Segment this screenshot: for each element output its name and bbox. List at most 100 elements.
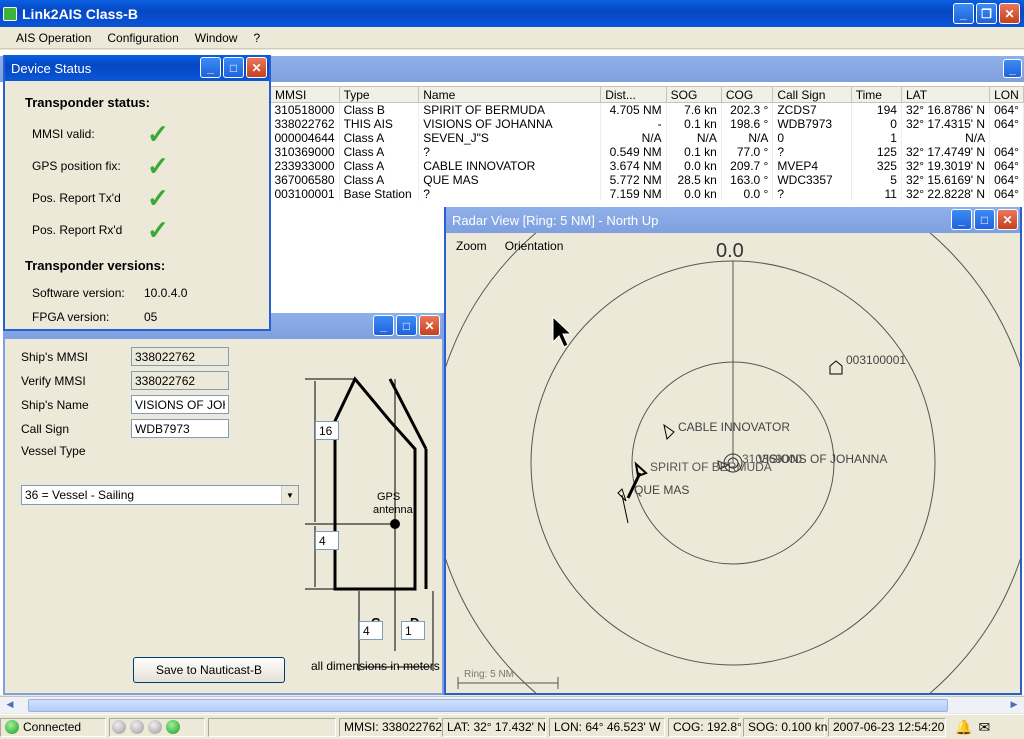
device-status-close-button[interactable]: ✕ bbox=[246, 57, 267, 78]
dim-a-field[interactable] bbox=[315, 421, 339, 440]
scroll-left-icon[interactable]: ◀ bbox=[2, 699, 18, 712]
app-title: Link2AIS Class-B bbox=[22, 5, 138, 22]
dims-note: all dimensions in meters bbox=[311, 659, 440, 673]
table-cell: 32° 15.6169' N bbox=[901, 173, 991, 187]
dim-a-row bbox=[315, 421, 339, 440]
target-triangle-cable bbox=[663, 423, 675, 441]
call-sign-field[interactable] bbox=[131, 419, 229, 438]
device-status-titlebar: Device Status _ □ ✕ bbox=[5, 55, 269, 81]
indicator-4-icon bbox=[166, 720, 180, 734]
horizontal-scrollbar[interactable]: ◀ ▶ bbox=[0, 696, 1024, 713]
status-row-mmsi: MMSI valid: ✓ bbox=[32, 118, 169, 149]
column-header-2[interactable]: Name bbox=[418, 86, 602, 103]
column-header-6[interactable]: Call Sign bbox=[772, 86, 852, 103]
vessel-type-label: Vessel Type bbox=[21, 444, 86, 458]
column-header-0[interactable]: MMSI bbox=[270, 86, 340, 103]
gps-antenna-marker bbox=[390, 519, 400, 529]
table-cell: Class A bbox=[339, 173, 420, 187]
target-label-quemas: QUE MAS bbox=[634, 483, 689, 497]
dim-b-field[interactable] bbox=[315, 531, 339, 550]
table-cell: 11 bbox=[851, 187, 902, 201]
table-cell: VISIONS OF JOHANNA bbox=[418, 117, 602, 131]
table-row[interactable]: 338022762 THIS AIS VISIONS OF JOHANNA -0.1 … bbox=[270, 117, 1024, 131]
column-header-1[interactable]: Type bbox=[338, 86, 420, 103]
table-cell: 325 bbox=[851, 159, 902, 173]
ship-name-field[interactable] bbox=[131, 395, 229, 414]
scroll-thumb[interactable] bbox=[28, 699, 948, 712]
table-cell: 0.1 kn bbox=[666, 117, 722, 131]
menu-ais-operation[interactable]: AIS Operation bbox=[8, 31, 99, 45]
table-row[interactable]: 233933000 Class A CABLE INNOVATOR 3.674 NM 0… bbox=[270, 159, 1024, 173]
column-header-9[interactable]: LON bbox=[989, 86, 1024, 103]
vessel-type-select[interactable]: 36 = Vessel - Sailing ▼ bbox=[21, 485, 299, 505]
fpga-version-value: 05 bbox=[144, 310, 158, 324]
radar-canvas[interactable]: 0.0 003100001 CABLE INNOVATOR SPIRIT OF … bbox=[446, 233, 1020, 693]
column-header-8[interactable]: LAT bbox=[900, 86, 991, 103]
table-cell: SEVEN_J"S bbox=[418, 131, 602, 145]
status-row-rx: Pos. Report Rx'd ✓ bbox=[32, 214, 169, 245]
table-row[interactable]: 003100001 Base Station? 7.159 NM 0.0 kn 0.0 … bbox=[270, 187, 1024, 201]
ship-mmsi-field[interactable] bbox=[131, 347, 229, 366]
menu-window[interactable]: Window bbox=[187, 31, 246, 45]
config-maximize-button[interactable]: □ bbox=[396, 315, 417, 336]
indicator-lights bbox=[109, 717, 205, 737]
table-cell: 202.3 ° bbox=[721, 102, 774, 117]
table-cell: 0 bbox=[851, 117, 902, 131]
table-row[interactable]: 367006580 Class A QUE MAS 5.772 NM 28.5 kn 16… bbox=[270, 173, 1024, 187]
table-row[interactable]: 310369000 Class A? 0.549 NM 0.1 kn 77.0 °? 12… bbox=[270, 145, 1024, 159]
device-status-maximize-button[interactable]: □ bbox=[223, 57, 244, 78]
target-label-base: 003100001 bbox=[846, 353, 906, 367]
radar-menu-orientation[interactable]: Orientation bbox=[505, 239, 564, 253]
dim-d-row bbox=[401, 621, 425, 640]
mouse-cursor-icon bbox=[552, 316, 573, 348]
check-icon: ✓ bbox=[147, 118, 169, 149]
dim-c-row bbox=[359, 621, 383, 640]
column-header-5[interactable]: COG bbox=[720, 86, 774, 103]
target-label-visions: VISIONS OF JOHANNA bbox=[758, 452, 887, 466]
radar-plot[interactable]: 0.0 003100001 CABLE INNOVATOR SPIRIT OF … bbox=[446, 233, 1020, 693]
table-cell: 5.772 NM bbox=[600, 173, 667, 187]
close-button[interactable]: ✕ bbox=[999, 3, 1020, 24]
radar-close-button[interactable]: ✕ bbox=[997, 209, 1018, 230]
device-status-minimize-button[interactable]: _ bbox=[200, 57, 221, 78]
config-minimize-button[interactable]: _ bbox=[373, 315, 394, 336]
status-row-gps: GPS position fix: ✓ bbox=[32, 150, 169, 181]
check-icon: ✓ bbox=[147, 150, 169, 181]
table-cell: 125 bbox=[851, 145, 902, 159]
dim-d-field[interactable] bbox=[401, 621, 425, 640]
minimize-button[interactable]: _ bbox=[953, 3, 974, 24]
restore-button[interactable]: ❐ bbox=[976, 3, 997, 24]
table-row[interactable]: 310518000 Class B SPIRIT OF BERMUDA 4.705 N… bbox=[270, 102, 1024, 117]
ship-mmsi-row: Ship's MMSI bbox=[21, 347, 229, 366]
save-to-nauticast-button[interactable]: Save to Nauticast-B bbox=[133, 657, 285, 683]
menu-help[interactable]: ? bbox=[245, 31, 268, 45]
radar-view-window: Radar View [Ring: 5 NM] - North Up _ □ ✕… bbox=[444, 207, 1022, 695]
column-header-7[interactable]: Time bbox=[850, 86, 902, 103]
table-cell: THIS AIS bbox=[339, 117, 420, 131]
config-close-button[interactable]: ✕ bbox=[419, 315, 440, 336]
table-row[interactable]: 000004644 Class A SEVEN_J"S N/A N/A N/A 0 1 N/A bbox=[270, 131, 1024, 145]
device-status-title: Device Status bbox=[11, 60, 92, 76]
target-list-minimize-button[interactable]: _ bbox=[1003, 59, 1022, 78]
radar-maximize-button[interactable]: □ bbox=[974, 209, 995, 230]
radar-titlebar: Radar View [Ring: 5 NM] - North Up _ □ ✕ bbox=[446, 207, 1020, 233]
alarm-bell-icon[interactable]: 🔔 bbox=[955, 719, 972, 736]
target-label-cable: CABLE INNOVATOR bbox=[678, 420, 790, 434]
table-cell: 0.549 NM bbox=[600, 145, 667, 159]
column-header-3[interactable]: Dist... bbox=[600, 86, 667, 103]
check-icon: ✓ bbox=[147, 214, 169, 245]
radar-menu-zoom[interactable]: Zoom bbox=[456, 239, 487, 253]
dim-c-field[interactable] bbox=[359, 621, 383, 640]
table-cell: 4.705 NM bbox=[600, 102, 667, 117]
transponder-status-heading: Transponder status: bbox=[25, 95, 150, 110]
verify-mmsi-field[interactable] bbox=[131, 371, 229, 390]
scroll-right-icon[interactable]: ▶ bbox=[1006, 699, 1022, 712]
message-envelope-icon[interactable]: ✉ bbox=[978, 719, 990, 736]
radar-minimize-button[interactable]: _ bbox=[951, 209, 972, 230]
menu-configuration[interactable]: Configuration bbox=[99, 31, 186, 45]
table-cell: 32° 17.4315' N bbox=[901, 117, 991, 131]
table-cell: N/A bbox=[901, 131, 991, 145]
radar-menu: Zoom Orientation bbox=[456, 239, 563, 253]
column-header-4[interactable]: SOG bbox=[665, 86, 722, 103]
connected-indicator-icon bbox=[5, 720, 19, 734]
